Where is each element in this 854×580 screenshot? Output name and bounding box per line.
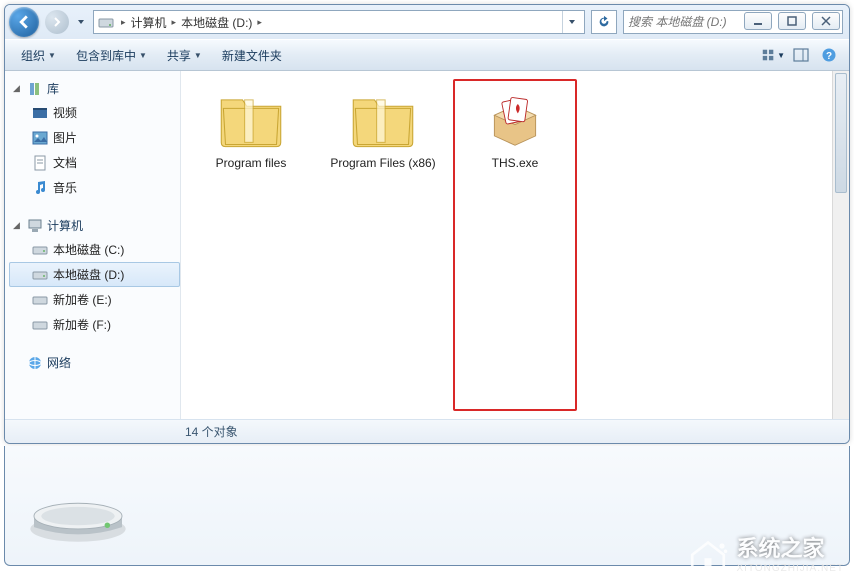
- file-item-folder[interactable]: Program Files (x86): [321, 79, 445, 411]
- drive-large-icon: [23, 461, 133, 551]
- file-item-folder[interactable]: Program files: [189, 79, 313, 411]
- music-icon: [32, 180, 48, 196]
- vertical-scrollbar[interactable]: [832, 71, 849, 419]
- sidebar-item-videos[interactable]: 视频: [9, 100, 180, 125]
- nav-forward-button[interactable]: [45, 10, 69, 34]
- file-label: Program files: [216, 156, 287, 172]
- content-pane: Program files Program Files (x86): [181, 71, 849, 419]
- main-area: ◢库 视频 图片 文档 音乐 ◢计算机 本地磁盘 (C:) 本地磁盘 (D:) …: [5, 71, 849, 419]
- sidebar-item-label: 音乐: [53, 179, 77, 196]
- installer-icon: [479, 86, 551, 152]
- organize-label: 组织: [21, 47, 45, 64]
- sidebar-item-drive-d[interactable]: 本地磁盘 (D:): [9, 262, 180, 287]
- computer-label: 计算机: [47, 217, 83, 234]
- sidebar-item-label: 文档: [53, 154, 77, 171]
- new-folder-button[interactable]: 新建文件夹: [214, 43, 290, 68]
- picture-icon: [32, 130, 48, 146]
- network-node[interactable]: ◢网络: [9, 351, 180, 374]
- sidebar-item-pictures[interactable]: 图片: [9, 125, 180, 150]
- hdd-icon: [32, 267, 48, 283]
- address-bar[interactable]: ▸ 计算机 ▸ 本地磁盘 (D:) ▸: [93, 10, 585, 34]
- libraries-label: 库: [47, 80, 59, 97]
- file-label: THS.exe: [492, 156, 539, 172]
- item-count-label: 14 个对象: [185, 423, 238, 440]
- file-item-exe[interactable]: THS.exe: [453, 79, 577, 411]
- window-controls: [744, 12, 840, 30]
- sidebar-item-label: 图片: [53, 129, 77, 146]
- nav-back-button[interactable]: [9, 7, 39, 37]
- drive-icon: [98, 14, 114, 30]
- organize-button[interactable]: 组织▼: [13, 43, 64, 68]
- nav-history-dropdown[interactable]: [75, 10, 87, 34]
- svg-text:?: ?: [826, 51, 832, 62]
- include-in-library-button[interactable]: 包含到库中▼: [68, 43, 155, 68]
- video-icon: [32, 105, 48, 121]
- newfolder-label: 新建文件夹: [222, 47, 282, 64]
- details-pane: [4, 446, 850, 566]
- status-bar: 14 个对象: [5, 419, 849, 443]
- sidebar-item-label: 新加卷 (F:): [53, 316, 111, 333]
- network-label: 网络: [47, 354, 71, 371]
- document-icon: [32, 155, 48, 171]
- help-button[interactable]: ?: [817, 43, 841, 67]
- sidebar-item-drive-c[interactable]: 本地磁盘 (C:): [9, 237, 180, 262]
- navigation-pane: ◢库 视频 图片 文档 音乐 ◢计算机 本地磁盘 (C:) 本地磁盘 (D:) …: [5, 71, 181, 419]
- folder-icon: [347, 86, 419, 152]
- sidebar-item-drive-f[interactable]: 新加卷 (F:): [9, 312, 180, 337]
- preview-pane-button[interactable]: [789, 43, 813, 67]
- file-label: Program Files (x86): [330, 156, 435, 172]
- include-label: 包含到库中: [76, 47, 136, 64]
- sidebar-item-drive-e[interactable]: 新加卷 (E:): [9, 287, 180, 312]
- folder-icon: [215, 86, 287, 152]
- sidebar-item-music[interactable]: 音乐: [9, 175, 180, 200]
- computer-node[interactable]: ◢计算机: [9, 214, 180, 237]
- maximize-button[interactable]: [778, 12, 806, 30]
- computer-icon: [27, 218, 43, 234]
- explorer-window: ▸ 计算机 ▸ 本地磁盘 (D:) ▸ 组织▼ 包含到库中▼ 共享▼ 新建文件夹…: [4, 4, 850, 444]
- libraries-icon: [27, 81, 43, 97]
- toolbar: 组织▼ 包含到库中▼ 共享▼ 新建文件夹 ▼ ?: [5, 39, 849, 71]
- file-list[interactable]: Program files Program Files (x86): [181, 71, 849, 419]
- sidebar-item-label: 新加卷 (E:): [53, 291, 112, 308]
- hdd-icon: [32, 292, 48, 308]
- share-label: 共享: [167, 47, 191, 64]
- sidebar-item-label: 本地磁盘 (D:): [53, 266, 124, 283]
- scrollbar-thumb[interactable]: [835, 73, 847, 193]
- view-options-button[interactable]: ▼: [761, 43, 785, 67]
- close-button[interactable]: [812, 12, 840, 30]
- network-icon: [27, 355, 43, 371]
- sidebar-item-documents[interactable]: 文档: [9, 150, 180, 175]
- minimize-button[interactable]: [744, 12, 772, 30]
- breadcrumb-drive[interactable]: 本地磁盘 (D:): [179, 14, 254, 31]
- libraries-node[interactable]: ◢库: [9, 77, 180, 100]
- hdd-icon: [32, 317, 48, 333]
- hdd-icon: [32, 242, 48, 258]
- share-button[interactable]: 共享▼: [159, 43, 210, 68]
- breadcrumb-computer[interactable]: 计算机: [129, 14, 169, 31]
- refresh-button[interactable]: [591, 10, 617, 34]
- address-row: ▸ 计算机 ▸ 本地磁盘 (D:) ▸: [5, 5, 849, 39]
- sidebar-item-label: 视频: [53, 104, 77, 121]
- sidebar-item-label: 本地磁盘 (C:): [53, 241, 124, 258]
- address-dropdown-icon[interactable]: [562, 11, 580, 33]
